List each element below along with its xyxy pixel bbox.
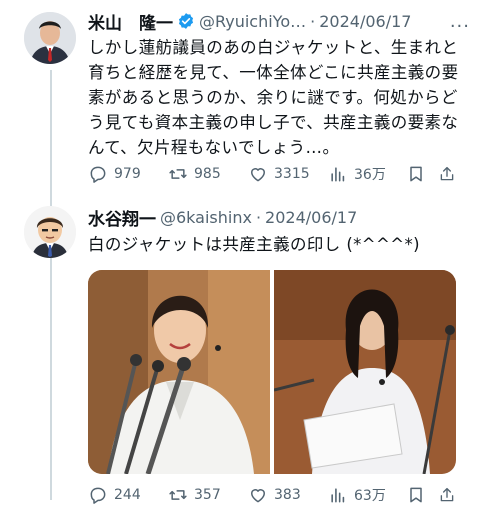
separator-dot: · [310, 11, 316, 31]
share-icon [440, 487, 454, 502]
share-icon [440, 166, 454, 181]
retweet-button[interactable]: 357 [168, 485, 248, 505]
tweet-mizutani[interactable]: 水谷翔一 @6kaishinx · 2024/06/17 白のジャケットは共産主… [0, 196, 480, 509]
retweet-icon [169, 169, 187, 179]
like-button[interactable]: 3315 [248, 164, 328, 184]
share-button[interactable] [438, 164, 462, 184]
bookmark-icon [410, 487, 422, 503]
like-icon [251, 168, 265, 182]
tweet-date[interactable]: 2024/06/17 [319, 12, 411, 31]
views-button[interactable]: 36万 [328, 164, 406, 184]
tweet-text: しかし蓮舫議員のあの白ジャケットと、生まれと育ちと経歴を見て、一体全体どこに共産… [88, 38, 459, 157]
like-count: 3315 [274, 166, 310, 182]
view-count: 63万 [354, 488, 386, 504]
verified-badge-icon [178, 13, 194, 29]
retweet-count: 357 [194, 487, 221, 503]
reply-count: 979 [114, 166, 141, 182]
like-count: 383 [274, 487, 301, 503]
photo-left[interactable] [88, 270, 270, 474]
reply-icon [90, 487, 106, 504]
tweet-header: 米山 隆一 @RyuichiYo… · 2024/06/17 [88, 8, 470, 34]
bookmark-button[interactable] [406, 164, 438, 184]
avatar[interactable] [24, 12, 76, 64]
more-options-icon[interactable]: ··· [450, 16, 470, 37]
views-icon [331, 167, 345, 182]
view-count: 36万 [354, 167, 386, 183]
reply-count: 244 [114, 487, 141, 503]
bookmark-button[interactable] [406, 485, 438, 505]
share-button[interactable] [438, 485, 462, 505]
reply-button[interactable]: 979 [88, 164, 168, 184]
tweet-yoneyama[interactable]: 米山 隆一 @RyuichiYo… · 2024/06/17 ··· しかし蓮舫… [0, 0, 480, 193]
bookmark-icon [410, 166, 422, 182]
media-gallery[interactable] [88, 270, 456, 474]
retweet-button[interactable]: 985 [168, 164, 248, 184]
retweet-count: 985 [194, 166, 221, 182]
action-bar: 979 985 3315 36万 [88, 162, 462, 186]
views-icon [331, 488, 345, 503]
separator-dot: · [255, 207, 262, 227]
views-button[interactable]: 63万 [328, 485, 406, 505]
reply-button[interactable]: 244 [88, 485, 168, 505]
author-handle[interactable]: @RyuichiYo… [199, 12, 306, 31]
retweet-icon [169, 490, 187, 500]
like-icon [251, 489, 265, 503]
avatar[interactable] [24, 206, 76, 258]
tweet-text: 白のジャケットは共産主義の印し (*^^^*) [88, 235, 420, 254]
reply-icon [90, 166, 106, 183]
author-name[interactable]: 米山 隆一 [88, 9, 173, 34]
tweet-header: 水谷翔一 @6kaishinx · 2024/06/17 [88, 204, 470, 230]
like-button[interactable]: 383 [248, 485, 328, 505]
author-name[interactable]: 水谷翔一 [88, 205, 156, 230]
tweet-date[interactable]: 2024/06/17 [265, 208, 357, 227]
photo-right[interactable] [274, 270, 456, 474]
author-handle[interactable]: @6kaishinx [160, 208, 252, 227]
action-bar: 244 357 383 63万 [88, 483, 462, 507]
